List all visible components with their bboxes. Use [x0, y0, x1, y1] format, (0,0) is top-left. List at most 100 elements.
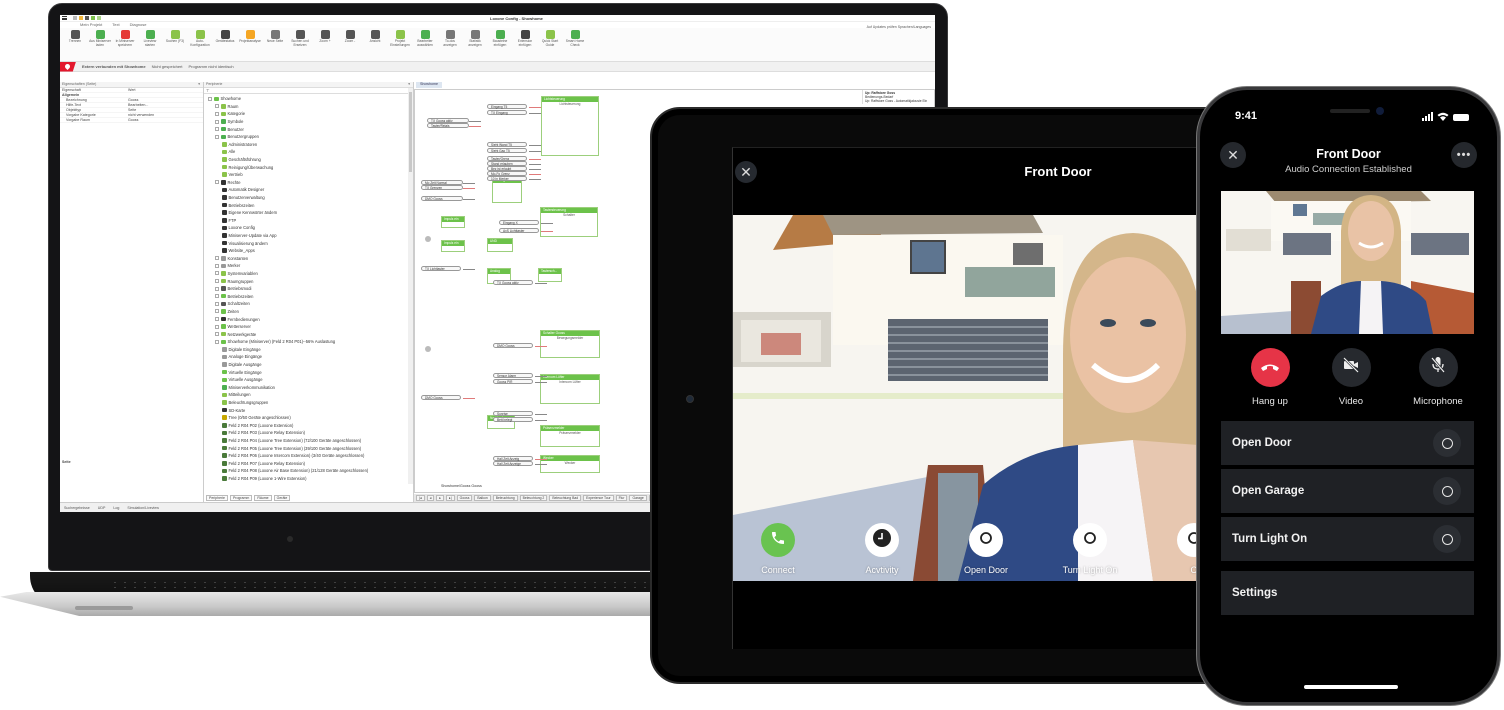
periphery-tab[interactable]: Geräte — [273, 495, 291, 501]
expand-toggle-icon[interactable] — [215, 339, 219, 344]
input-connector[interactable]: DMO Gooss — [493, 343, 533, 348]
expand-toggle-icon[interactable] — [215, 134, 219, 139]
ribbon-button[interactable]: To-dos anzeigen — [439, 30, 461, 47]
tree-node[interactable]: Netzwerkgeräte — [204, 330, 413, 338]
tablet-action-button[interactable] — [1073, 523, 1107, 557]
input-connector[interactable]: Bez ist erlaubt — [487, 166, 527, 171]
tree-node[interactable]: Raum — [204, 103, 413, 111]
input-connector[interactable]: Hall Zeit Anzeige — [493, 461, 533, 466]
open-folder-icon[interactable] — [79, 16, 83, 20]
input-connector[interactable]: Mo Zeit Normal — [421, 180, 463, 185]
expand-toggle-icon[interactable] — [208, 96, 212, 101]
bottom-tool-tab[interactable]: UDP — [98, 506, 106, 510]
document-tab[interactable]: Showhome — [416, 82, 442, 88]
tree-node[interactable]: Raumgruppen — [204, 277, 413, 285]
tree-node[interactable]: SD-Karte — [204, 406, 413, 414]
call-control-button[interactable] — [1250, 348, 1290, 387]
ribbon-button[interactable]: Suchen (F3) — [164, 30, 186, 44]
tree-node[interactable]: Alle — [204, 148, 413, 156]
input-connector[interactable]: TX Lichttaster — [421, 266, 461, 271]
tree-node[interactable]: Virtuelle Ausgänge — [204, 376, 413, 384]
tree-node[interactable]: Visualisierung ändern — [204, 239, 413, 247]
call-control-button[interactable] — [1331, 348, 1371, 387]
tree-node[interactable]: Feld 2 R04 P09 (Loxone 1-Wire Extension) — [204, 475, 413, 483]
expand-toggle-icon[interactable] — [215, 301, 219, 306]
tablet-action-button[interactable] — [969, 523, 1003, 557]
page-tab[interactable]: Beleuchtung — [492, 495, 518, 501]
undo-icon[interactable] — [91, 16, 95, 20]
page-tab[interactable]: Flur — [615, 495, 628, 501]
expand-toggle-icon[interactable] — [215, 332, 219, 337]
settings-button[interactable]: Settings — [1221, 571, 1474, 615]
bottom-tool-tab[interactable]: Simulation/Liveview — [127, 506, 159, 510]
circle-icon[interactable] — [1433, 525, 1461, 553]
tree-node[interactable]: Automatik Designer — [204, 186, 413, 194]
redo-icon[interactable] — [97, 16, 101, 20]
ribbon-button[interactable]: Smart Home Check — [564, 30, 586, 47]
tree-node[interactable]: Kategorie — [204, 110, 413, 118]
ribbon-button[interactable]: Projekt Einstellungen — [389, 30, 411, 47]
expand-toggle-icon[interactable] — [215, 111, 219, 116]
expand-toggle-icon[interactable] — [215, 324, 219, 329]
ribbon-button[interactable]: Bearbeiter auswählen — [414, 30, 436, 47]
input-connector[interactable]: Sensor Alarm — [493, 373, 533, 378]
tree-node[interactable]: Showhome — [204, 95, 413, 103]
action-row-turn-light-on[interactable]: Turn Light On — [1221, 517, 1474, 561]
ribbon-button[interactable]: Gerätestatus — [214, 30, 236, 44]
input-connector[interactable]: Stand erlauben — [487, 161, 527, 166]
call-control-video[interactable]: Video — [1311, 348, 1391, 407]
tree-node[interactable]: Betriebsmodi — [204, 285, 413, 293]
tree-node[interactable]: Analoge Eingänge — [204, 353, 413, 361]
tree-node[interactable]: Beleuchtungsgruppen — [204, 399, 413, 407]
action-row-open-door[interactable]: Open Door — [1221, 421, 1474, 465]
ribbon-button[interactable]: Bausteine einfügen — [489, 30, 511, 47]
close-icon[interactable]: ✕ — [735, 161, 757, 183]
property-row[interactable]: Vorgabe Raum Gooss — [60, 118, 203, 123]
page-tab[interactable]: Experience Tour — [583, 495, 614, 501]
tree-scrollbar[interactable] — [408, 88, 413, 484]
call-control-microphone[interactable]: Microphone — [1398, 348, 1478, 407]
circle-icon[interactable] — [1433, 429, 1461, 457]
input-connector[interactable]: Sunrise — [493, 411, 533, 416]
function-block[interactable]: Wecker Wecker — [540, 455, 600, 473]
page-tab[interactable]: Gooss — [456, 495, 473, 501]
ribbon-button[interactable]: Suchen und Ersetzen — [289, 30, 311, 47]
tablet-action-acvtivity[interactable]: Acvtivity — [837, 523, 927, 575]
ribbon-button[interactable]: Aus Miniserver laden — [89, 30, 111, 47]
function-block[interactable]: Tastersch... — [538, 268, 562, 282]
tree-node[interactable]: Symbole — [204, 118, 413, 126]
input-connector[interactable]: Hall Zeit Anzeig — [493, 456, 533, 461]
tree-node[interactable]: Schaltzeiten — [204, 300, 413, 308]
ribbon-button[interactable]: Liveview starten — [139, 30, 161, 47]
tree-node[interactable]: Rechte — [204, 179, 413, 187]
expand-toggle-icon[interactable] — [215, 286, 219, 291]
input-connector[interactable]: Bett belegt — [493, 417, 533, 422]
tree-node[interactable]: Benutzergruppen — [204, 133, 413, 141]
input-connector[interactable]: Sieht Wand T5 — [487, 142, 527, 147]
tree-node[interactable]: Eigene Kennwörter ändern — [204, 209, 413, 217]
circle-icon[interactable] — [1433, 477, 1461, 505]
tree-node[interactable]: Digitale Eingänge — [204, 346, 413, 354]
tree-node[interactable]: Fernbedienungen — [204, 315, 413, 323]
call-control-button[interactable] — [1418, 348, 1458, 387]
page-tab[interactable]: Beleuchtung Bad — [549, 495, 582, 501]
tree-node[interactable]: Reinigung/Überwachung — [204, 163, 413, 171]
page-nav-first[interactable]: |◂ — [416, 495, 425, 501]
expand-toggle-icon[interactable] — [215, 271, 219, 276]
expand-toggle-icon[interactable] — [215, 317, 219, 322]
expand-toggle-icon[interactable] — [215, 263, 219, 268]
property-value[interactable]: nicht verwenden — [128, 113, 203, 117]
expand-toggle-icon[interactable] — [215, 104, 219, 109]
tablet-action-button[interactable] — [865, 523, 899, 557]
tree-node[interactable]: Feld 2 R04 P04 (Loxone Tree Extension) (… — [204, 437, 413, 445]
tablet-action-turn-light-on[interactable]: Turn Light On — [1045, 523, 1135, 575]
input-connector[interactable]: Gooss PIR — [493, 379, 533, 384]
ribbon-button[interactable]: In Miniserver speichern — [114, 30, 136, 47]
periphery-tab[interactable]: Räume — [254, 495, 272, 501]
expand-toggle-icon[interactable] — [215, 279, 219, 284]
property-value[interactable]: Gooss — [128, 98, 203, 102]
input-connector[interactable]: Eingang T5 — [487, 104, 527, 109]
tree-node[interactable]: Feld 2 R04 P02 (Loxone Extension) — [204, 422, 413, 430]
input-connector[interactable]: AxS Lichttaster — [499, 228, 539, 233]
hamburger-menu-icon[interactable] — [60, 15, 69, 22]
